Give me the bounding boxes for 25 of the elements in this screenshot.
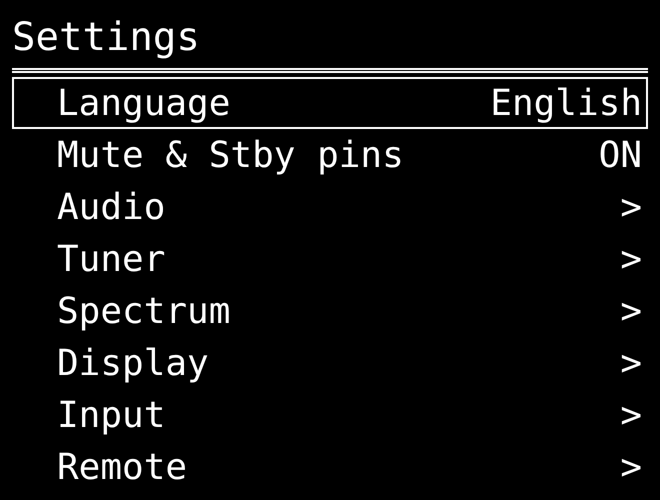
menu-label: Language — [57, 82, 230, 124]
menu-item[interactable]: Audio > — [12, 181, 648, 233]
menu-label: Tuner — [57, 238, 166, 280]
menu-value: > — [620, 186, 642, 228]
menu-item[interactable]: Input > — [12, 389, 648, 441]
menu-value: > — [620, 342, 642, 384]
menu-value: English — [490, 82, 642, 124]
screen-title: Settings — [12, 14, 201, 62]
menu-label: Display — [57, 342, 209, 384]
menu-value: ON — [598, 134, 642, 176]
menu-label: Input — [57, 394, 166, 436]
menu-label: Mute & Stby pins — [57, 134, 404, 176]
menu-item[interactable]: Display > — [12, 337, 648, 389]
menu-label: Audio — [57, 186, 166, 228]
menu-label: Remote — [57, 446, 188, 488]
menu-item[interactable]: Spectrum > — [12, 285, 648, 337]
menu-value: > — [620, 290, 642, 332]
menu-value: > — [620, 446, 642, 488]
menu-item[interactable]: Remote > — [12, 441, 648, 493]
menu-value: > — [620, 238, 642, 280]
menu-item[interactable]: Language English — [12, 77, 648, 129]
menu-value: > — [620, 394, 642, 436]
menu-label: Spectrum — [57, 290, 230, 332]
menu-item[interactable]: Tuner > — [12, 233, 648, 285]
menu-item[interactable]: Mute & Stby pins ON — [12, 129, 648, 181]
